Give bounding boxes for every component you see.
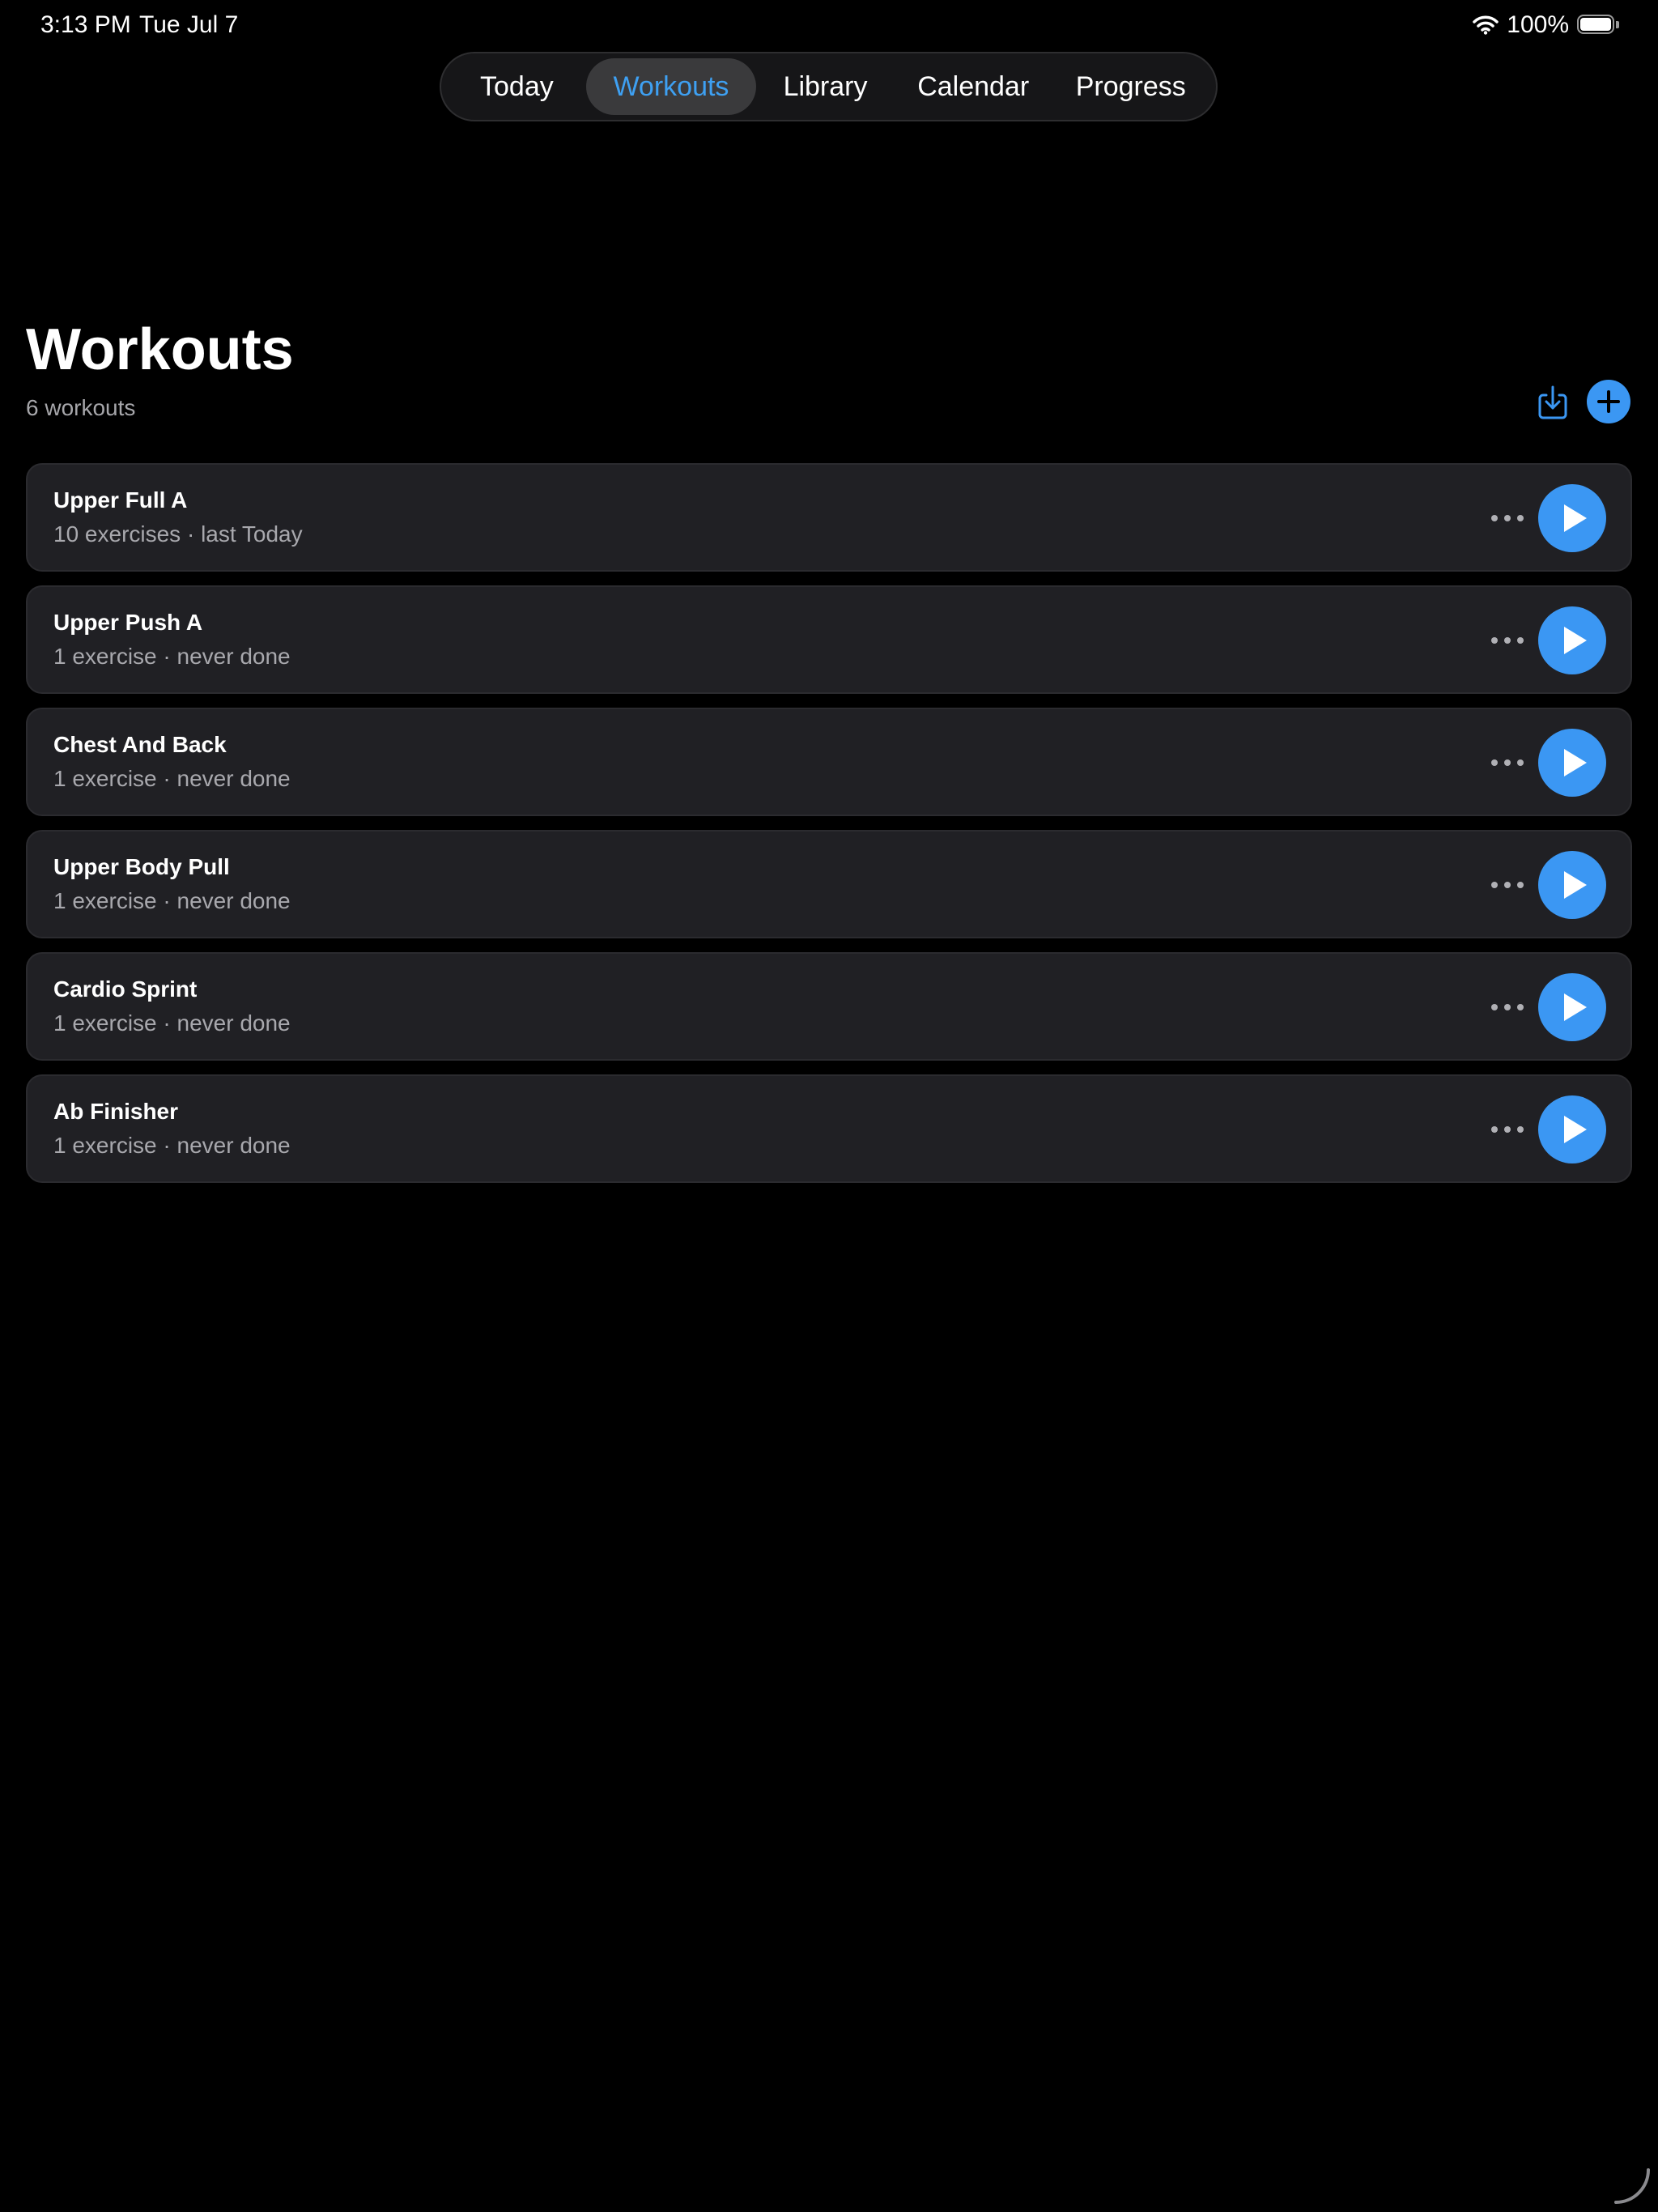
status-bar: 3:13 PM Tue Jul 7 100% [0,0,1658,52]
play-icon [1564,993,1587,1021]
start-workout-button[interactable] [1538,973,1606,1041]
workout-name: Upper Push A [53,610,203,635]
play-icon [1564,627,1587,654]
workout-list: Upper Full A 10 exercises · last Today U… [26,463,1632,1197]
workout-count: 6 workouts [26,395,136,420]
workout-meta: 10 exercises · last Today [53,521,303,547]
more-options-icon[interactable] [1491,502,1524,534]
tab-progress[interactable]: Progress [1052,58,1209,115]
workout-meta: 1 exercise · never done [53,1010,291,1036]
start-workout-button[interactable] [1538,484,1606,552]
play-icon [1564,1116,1587,1143]
workout-name: Ab Finisher [53,1099,179,1124]
resize-handle[interactable] [1613,2167,1652,2206]
tab-library[interactable]: Library [756,58,895,115]
battery-full-icon [1577,15,1619,36]
workout-card[interactable]: Ab Finisher 1 exercise · never done [26,1074,1632,1183]
play-icon [1564,871,1587,899]
more-options-icon[interactable] [1491,1113,1524,1146]
workout-meta: 1 exercise · never done [53,766,291,791]
workout-card[interactable]: Upper Full A 10 exercises · last Today [26,463,1632,572]
wifi-icon [1473,15,1499,35]
more-options-icon[interactable] [1491,991,1524,1023]
more-options-icon[interactable] [1491,747,1524,779]
start-workout-button[interactable] [1538,606,1606,674]
plus-icon [1597,390,1620,413]
start-workout-button[interactable] [1538,1095,1606,1163]
start-workout-button[interactable] [1538,729,1606,797]
workout-name: Cardio Sprint [53,976,198,1002]
workout-card[interactable]: Upper Push A 1 exercise · never done [26,585,1632,694]
workout-meta: 1 exercise · never done [53,1133,291,1158]
workout-meta: 1 exercise · never done [53,644,291,669]
status-time: 3:13 PM [40,11,131,38]
play-icon [1564,504,1587,532]
tab-calendar[interactable]: Calendar [895,58,1052,115]
import-icon [1538,385,1567,419]
status-indicators: 100% [1473,11,1619,39]
page-title: Workouts [26,317,294,382]
more-options-icon[interactable] [1491,624,1524,657]
start-workout-button[interactable] [1538,851,1606,919]
tab-bar: Today Workouts Library Calendar Progress [440,52,1218,121]
workout-card[interactable]: Upper Body Pull 1 exercise · never done [26,830,1632,938]
tab-workouts[interactable]: Workouts [585,58,757,115]
workout-meta: 1 exercise · never done [53,888,291,913]
workout-card[interactable]: Cardio Sprint 1 exercise · never done [26,952,1632,1061]
more-options-icon[interactable] [1491,869,1524,901]
status-date: Tue Jul 7 [139,11,239,38]
workout-card[interactable]: Chest And Back 1 exercise · never done [26,708,1632,816]
play-icon [1564,749,1587,776]
tab-today[interactable]: Today [448,58,586,115]
import-button[interactable] [1537,384,1569,419]
workout-name: Upper Body Pull [53,854,230,879]
battery-percentage: 100% [1507,11,1569,38]
add-workout-button[interactable] [1587,380,1630,423]
workout-name: Upper Full A [53,487,188,513]
workout-name: Chest And Back [53,732,227,757]
